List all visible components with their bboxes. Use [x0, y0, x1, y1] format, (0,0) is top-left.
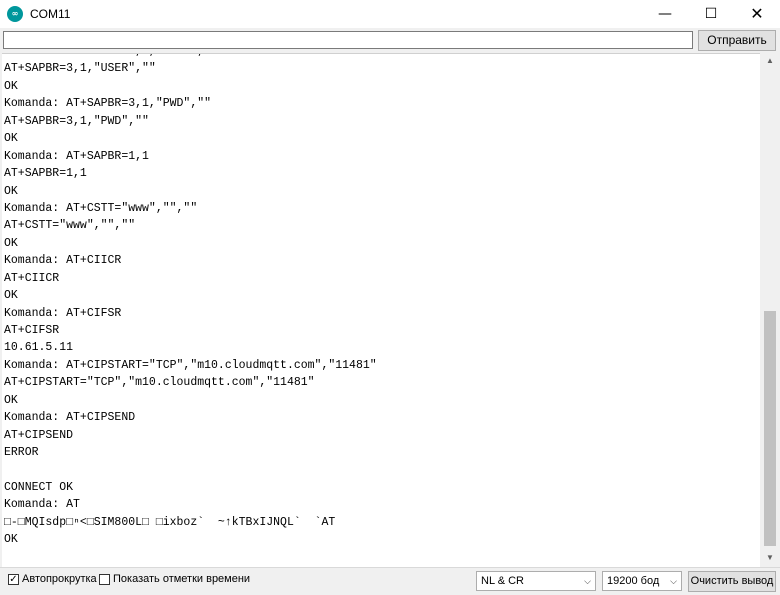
- command-input[interactable]: [3, 31, 693, 49]
- baud-rate-select[interactable]: 19200 бод ⌵: [602, 571, 682, 591]
- output-line: AT+CIPSEND: [4, 428, 74, 442]
- output-line: OK: [4, 533, 18, 547]
- output-line: Komanda: AT+CIPSTART="TCP","m10.cloudmqt…: [4, 358, 377, 372]
- output-line: Komanda: AT+CIICR: [4, 254, 122, 268]
- arduino-logo-icon: ∞: [7, 6, 23, 22]
- autoscroll-checkbox[interactable]: ✓: [8, 574, 19, 585]
- output-line: OK: [4, 393, 18, 407]
- maximize-button[interactable]: ☐: [688, 0, 734, 28]
- output-line: AT+CIFSR: [4, 324, 60, 337]
- chevron-down-icon: ⌵: [670, 576, 677, 586]
- output-line: Komanda: AT+SAPBR=3,1,"USER","": [4, 54, 377, 60]
- output-line: AT+SAPBR=3,1,"USER","": [4, 62, 156, 76]
- timestamps-checkbox[interactable]: [99, 574, 110, 585]
- baud-rate-value: 19200 бод: [607, 575, 660, 587]
- chevron-down-icon: ⌵: [584, 576, 591, 586]
- timestamps-label[interactable]: Показать отметки времени: [113, 573, 250, 585]
- command-row: Отправить: [0, 28, 780, 52]
- output-line: Komanda: AT+SAPBR=1,1: [4, 149, 149, 163]
- output-lines: Komanda: AT+SAPBR=3,1,"USER","" AT+SAPBR=…: [4, 54, 377, 549]
- output-line: ERROR: [4, 446, 39, 460]
- title-bar: ∞ COM11 — ☐ ✕: [0, 0, 780, 28]
- output-line: OK: [4, 79, 18, 93]
- output-line: CONNECT OK: [4, 480, 74, 494]
- output-line: AT+SAPBR=3,1,"PWD","": [4, 114, 149, 128]
- output-line: AT+CIICR: [4, 271, 60, 285]
- status-bar: ✓ Автопрокрутка Показать отметки времени…: [0, 567, 780, 595]
- output-line: OK: [4, 289, 18, 303]
- scroll-up-arrow-icon[interactable]: ▲: [762, 53, 778, 69]
- output-line: AT+CIPSTART="TCP","m10.cloudmqtt.com","1…: [4, 376, 315, 390]
- send-button[interactable]: Отправить: [698, 30, 776, 51]
- output-line: 10.61.5.11: [4, 341, 74, 355]
- close-button[interactable]: ✕: [734, 0, 780, 28]
- output-line: AT+SAPBR=1,1: [4, 167, 87, 181]
- output-line: □-□MQIsdp□ⁿ<□SIM800L□ □ixboz` ~↑kTBxIJNQ…: [4, 515, 336, 529]
- scroll-down-arrow-icon[interactable]: ▼: [762, 550, 778, 566]
- line-ending-value: NL & CR: [481, 575, 524, 587]
- output-line: Komanda: AT+CIPSEND: [4, 411, 136, 425]
- output-line: OK: [4, 184, 18, 198]
- serial-output[interactable]: Komanda: AT+SAPBR=3,1,"USER","" AT+SAPBR=…: [2, 53, 760, 567]
- output-line: AT+CSTT="www","","": [4, 219, 136, 233]
- output-line: OK: [4, 132, 18, 146]
- autoscroll-label[interactable]: Автопрокрутка: [22, 573, 97, 585]
- scrollbar-thumb[interactable]: [764, 311, 776, 546]
- output-line: Komanda: AT+SAPBR=3,1,"PWD","": [4, 97, 212, 111]
- window-title: COM11: [30, 7, 71, 21]
- output-line: OK: [4, 236, 18, 250]
- line-ending-select[interactable]: NL & CR ⌵: [476, 571, 596, 591]
- minimize-button[interactable]: —: [642, 0, 688, 28]
- clear-output-button[interactable]: Очистить вывод: [688, 571, 776, 592]
- output-line: Komanda: AT: [4, 498, 80, 512]
- output-line: Komanda: AT+CSTT="www","","": [4, 201, 198, 215]
- output-line: Komanda: AT+CIFSR: [4, 306, 122, 320]
- vertical-scrollbar[interactable]: ▲ ▼: [762, 53, 778, 566]
